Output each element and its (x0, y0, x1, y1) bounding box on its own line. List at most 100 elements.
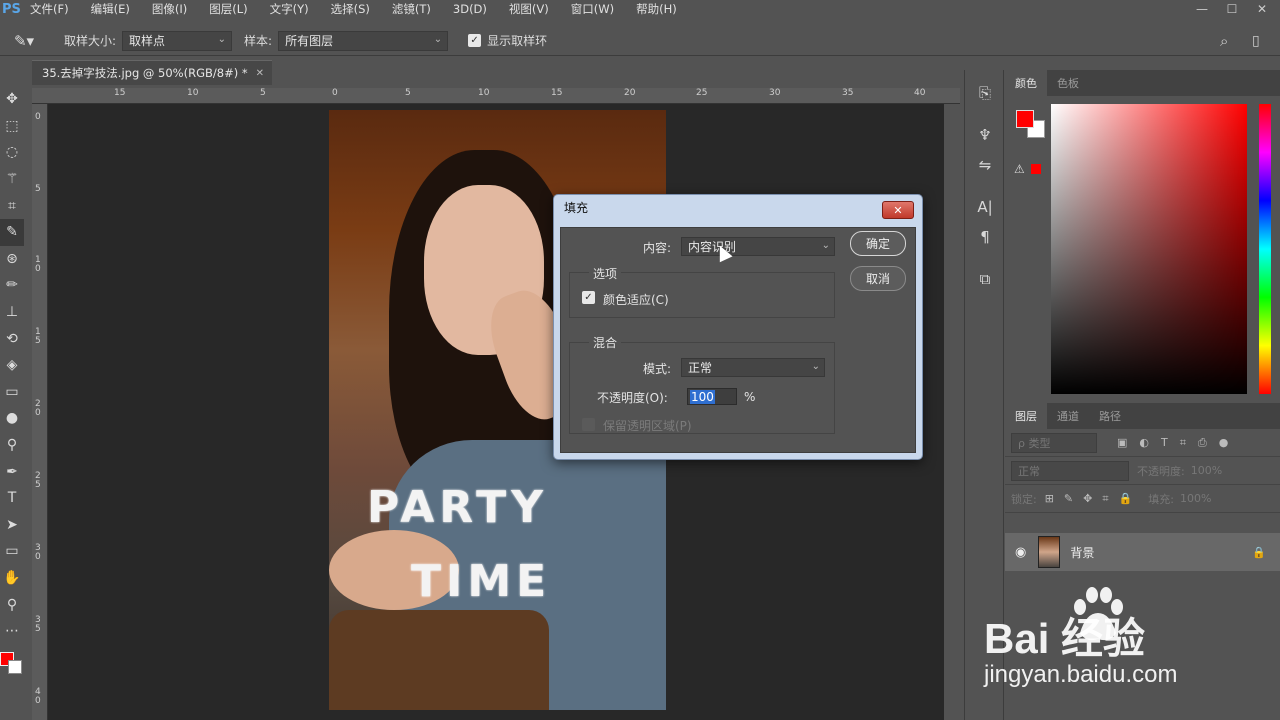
chevron-down-icon: ⌄ (433, 33, 443, 45)
close-icon[interactable]: ✕ (256, 68, 264, 79)
ruler-tick: 2 0 (35, 399, 41, 418)
fill-dialog-body: 内容: 内容识别 ⌄ 选项 ✓ 颜色适应(C) 混合 模式: 正常 ⌄ 不透明度… (560, 227, 916, 453)
ruler-tick: 30 (769, 88, 781, 98)
layer-filter-icons[interactable]: ▣◐T⌗⎙● (1117, 436, 1240, 450)
eyedropper-tool-preset-icon[interactable]: ✎▾ (0, 32, 48, 50)
workspace-icon[interactable]: ▯ (1252, 33, 1260, 49)
menu-type[interactable]: 文字(Y) (270, 1, 309, 17)
history-brush-icon[interactable]: ⟲ (0, 325, 24, 352)
layer-blend-row: 正常 不透明度: 100% (1005, 457, 1280, 485)
menu-select[interactable]: 选择(S) (331, 1, 370, 17)
history-panel-icon[interactable]: ⎘ (965, 78, 1005, 108)
hand-icon[interactable]: ✋ (0, 565, 24, 592)
eraser-icon[interactable]: ◈ (0, 352, 24, 379)
stamp-icon[interactable]: ⊥ (0, 299, 24, 326)
document-tab-title: 35.去掉字技法.jpg @ 50%(RGB/8#) * (42, 66, 248, 80)
preserve-transparency-checkbox[interactable] (582, 418, 595, 431)
blur-icon[interactable]: ● (0, 405, 24, 432)
warning-icon: ⚠ (1014, 162, 1025, 176)
zoom-icon[interactable]: ⚲ (0, 591, 24, 618)
hue-slider[interactable] (1259, 104, 1271, 394)
ruler-tick: 10 (187, 88, 199, 98)
menu-edit[interactable]: 编辑(E) (91, 1, 130, 17)
minimize-button[interactable]: — (1188, 0, 1216, 18)
paragraph-panel-icon[interactable]: ¶ (965, 222, 1005, 252)
pen-icon[interactable]: ✒ (0, 458, 24, 485)
chevron-down-icon: ⌄ (811, 361, 820, 372)
ruler-tick: 1 0 (35, 255, 41, 274)
brush-icon[interactable]: ✏ (0, 272, 24, 299)
type-icon[interactable]: T (0, 485, 24, 512)
dialog-close-button[interactable]: ✕ (882, 201, 914, 219)
layer-opacity-value[interactable]: 100% (1191, 464, 1222, 477)
color-panel-tabs: 颜色 色板 (1005, 70, 1280, 96)
marquee-icon[interactable]: ⬚ (0, 113, 24, 140)
adjustments-panel-icon[interactable]: ⇋ (965, 150, 1005, 180)
search-icon[interactable]: ⌕ (1220, 32, 1228, 50)
tab-layers[interactable]: 图层 (1005, 403, 1047, 429)
foreground-color-swatch[interactable] (1016, 110, 1034, 128)
options-group-label: 选项 (589, 265, 622, 282)
menu-file[interactable]: 文件(F) (30, 1, 69, 17)
menu-view[interactable]: 视图(V) (509, 1, 549, 17)
path-select-icon[interactable]: ➤ (0, 512, 24, 539)
menu-layer[interactable]: 图层(L) (209, 1, 247, 17)
layer-filter-select[interactable]: ρ 类型 (1011, 432, 1097, 453)
layers-panel-tabs: 图层 通道 路径 (1005, 403, 1280, 429)
ruler-tick: 0 (332, 88, 338, 98)
document-tab[interactable]: 35.去掉字技法.jpg @ 50%(RGB/8#) * ✕ (32, 60, 272, 85)
color-adapt-checkbox[interactable]: ✓ (582, 291, 595, 304)
color-picker-field[interactable] (1051, 104, 1247, 394)
layer-opacity-label: 不透明度: (1137, 464, 1185, 478)
color-swatches[interactable] (0, 644, 24, 684)
ok-button[interactable]: 确定 (850, 231, 906, 256)
tab-color[interactable]: 颜色 (1005, 70, 1047, 96)
layer-fill-value[interactable]: 100% (1180, 492, 1211, 505)
gradient-icon[interactable]: ▭ (0, 379, 24, 406)
layer-row-background[interactable]: ◉ 背景 🔒 (1005, 533, 1280, 571)
menu-help[interactable]: 帮助(H) (636, 1, 677, 17)
magic-wand-icon[interactable]: ⚚ (0, 166, 24, 193)
background-color-swatch[interactable] (8, 660, 22, 675)
opacity-input[interactable]: 100 (687, 388, 737, 405)
menu-image[interactable]: 图像(I) (152, 1, 187, 17)
dodge-icon[interactable]: ⚲ (0, 432, 24, 459)
ruler-tick: 15 (114, 88, 126, 98)
more-icon[interactable]: ⋯ (0, 618, 24, 645)
tools-panel: ✥ ⬚ ◌ ⚚ ⌗ ✎ ⊛ ✏ ⊥ ⟲ ◈ ▭ ● ⚲ ✒ T ➤ ▭ ✋ ⚲ … (0, 86, 24, 720)
tab-swatches[interactable]: 色板 (1047, 70, 1089, 96)
sample-select[interactable]: 所有图层 ⌄ (278, 30, 449, 51)
ruler-tick: 3 0 (35, 543, 41, 562)
gamut-color-swatch[interactable] (1031, 164, 1041, 174)
lock-icons[interactable]: ⊞✎✥⌗🔒 (1045, 492, 1143, 506)
properties-panel-icon[interactable]: ⧉ (965, 264, 1005, 294)
brush-panel-icon[interactable]: ♆ (965, 120, 1005, 150)
photoshop-logo: PS (2, 1, 21, 17)
close-window-button[interactable]: ✕ (1248, 0, 1276, 18)
eyedropper-icon[interactable]: ✎ (0, 218, 24, 246)
character-panel-icon[interactable]: A| (965, 192, 1005, 222)
menu-filter[interactable]: 滤镜(T) (392, 1, 431, 17)
chevron-down-icon: ⌄ (821, 240, 830, 251)
sample-size-select[interactable]: 取样点 ⌄ (122, 30, 233, 51)
watermark-brand: Bai 经验 (984, 615, 1146, 662)
rectangle-icon[interactable]: ▭ (0, 538, 24, 565)
menu-window[interactable]: 窗口(W) (571, 1, 614, 17)
cancel-button[interactable]: 取消 (850, 266, 906, 291)
layer-name: 背景 (1070, 545, 1095, 560)
crop-icon[interactable]: ⌗ (0, 192, 24, 219)
layer-blend-select[interactable]: 正常 (1011, 460, 1129, 481)
ruler-tick: 35 (842, 88, 854, 98)
tab-paths[interactable]: 路径 (1089, 403, 1131, 429)
show-ring-checkbox[interactable]: ✓ (468, 34, 482, 47)
maximize-button[interactable]: ☐ (1218, 0, 1246, 18)
content-select[interactable]: 内容识别 ⌄ (681, 237, 835, 256)
move-icon[interactable]: ✥ (0, 86, 24, 113)
eye-icon[interactable]: ◉ (1015, 545, 1026, 560)
tab-channels[interactable]: 通道 (1047, 403, 1089, 429)
mode-select[interactable]: 正常 ⌄ (681, 358, 825, 377)
menu-3d[interactable]: 3D(D) (453, 2, 487, 16)
ruler-tick: 40 (914, 88, 926, 98)
patch-icon[interactable]: ⊛ (0, 246, 24, 273)
lasso-icon[interactable]: ◌ (0, 139, 24, 166)
